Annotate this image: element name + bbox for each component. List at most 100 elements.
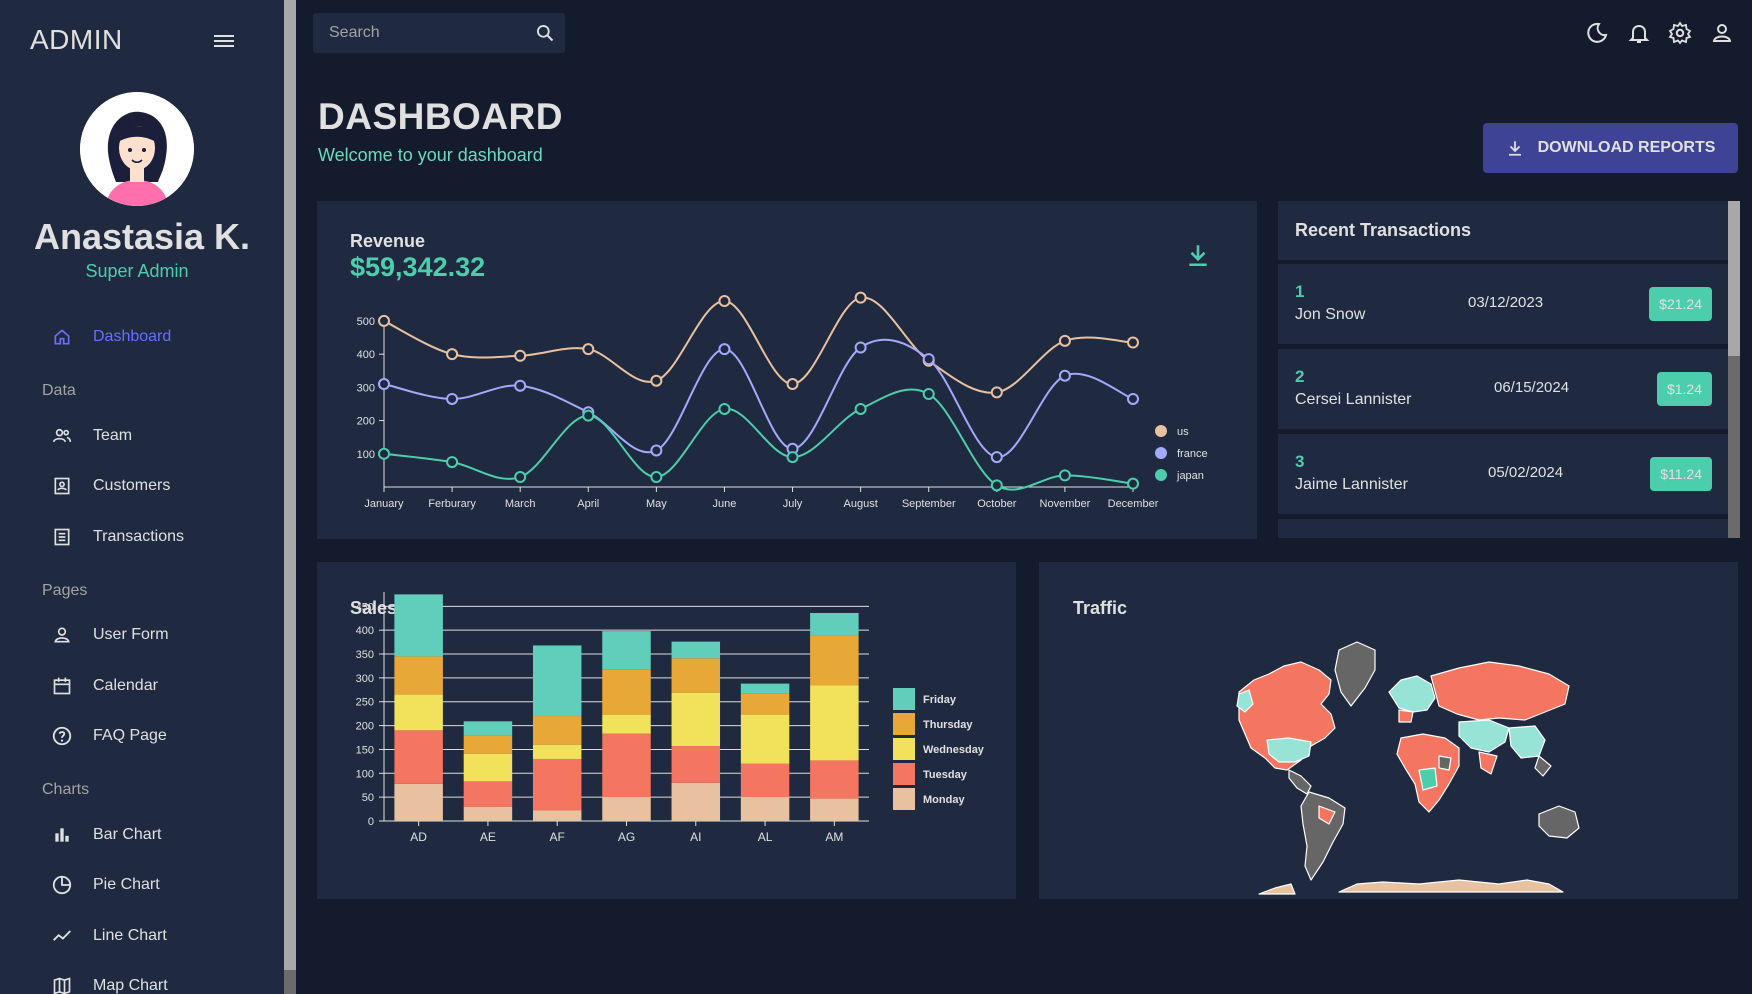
sidebar-item-label: Line Chart (93, 927, 167, 944)
scrollbar-thumb[interactable] (284, 0, 296, 970)
transaction-id: 3 (1295, 452, 1305, 471)
page-title: DASHBOARD (318, 96, 563, 137)
section-pages: Pages (42, 582, 88, 599)
scrollbar-thumb[interactable] (1728, 201, 1740, 356)
bar-friday (394, 594, 443, 657)
sidebar-item-map-chart[interactable]: Map Chart (50, 971, 168, 994)
sidebar-item-label: Map Chart (93, 977, 168, 994)
legend-label: Thursday (923, 719, 973, 731)
y-tick-label: 100 (356, 768, 374, 780)
y-tick-label: 250 (356, 697, 374, 709)
download-icon (1508, 141, 1521, 156)
bar-wednesday (602, 714, 651, 734)
x-tick-label: March (505, 498, 536, 510)
sidebar-scrollbar[interactable] (284, 0, 296, 994)
y-tick-label: 400 (357, 349, 375, 361)
legend-swatch (893, 713, 915, 735)
sidebar-item-calendar[interactable]: Calendar (50, 671, 158, 701)
sidebar-item-faq[interactable]: FAQ Page (50, 721, 167, 751)
legend-swatch (1155, 425, 1167, 437)
sidebar-item-label: Transactions (93, 528, 184, 545)
y-tick-label: 200 (356, 721, 374, 733)
receipt-icon (50, 525, 74, 549)
data-point (378, 378, 390, 391)
dark-mode-icon[interactable] (1585, 21, 1609, 45)
data-point (1058, 334, 1071, 347)
bar-monday (671, 782, 721, 821)
sidebar-item-transactions[interactable]: Transactions (50, 522, 184, 552)
section-charts: Charts (42, 781, 90, 798)
timeline-icon (50, 924, 74, 948)
x-tick-label: May (646, 498, 667, 510)
map-region (1266, 737, 1312, 763)
calendar-icon (50, 674, 74, 698)
map-region (1458, 719, 1510, 753)
sidebar-item-label: Pie Chart (93, 876, 160, 893)
sales-bar-chart: 0 50 100 150 200 250 300 350 400 450 AD AE AF AG AI AL A… (356, 592, 985, 844)
bar-tuesday (810, 760, 859, 799)
data-point (990, 386, 1003, 399)
data-point (1127, 477, 1139, 490)
menu-icon[interactable] (210, 32, 238, 56)
sidebar-item-label: Calendar (93, 677, 158, 694)
sales-card: Sales 0 50 100 150 200 250 300 350 400 450 AD AE AF A… (317, 562, 1016, 899)
bar-wednesday (463, 753, 513, 782)
traffic-card: Traffic (1039, 562, 1738, 899)
transaction-row (1278, 519, 1728, 538)
transactions-header: Recent Transactions (1278, 201, 1728, 260)
transaction-user: Jon Snow (1295, 306, 1366, 323)
legend-swatch (1155, 447, 1167, 459)
data-point (786, 451, 799, 464)
data-point (446, 348, 459, 361)
legend-label: Friday (923, 694, 957, 706)
user-name: Anastasia K. (33, 216, 251, 257)
data-point (718, 402, 731, 415)
data-point (718, 295, 731, 307)
data-point (990, 451, 1003, 464)
transactions-scrollbar[interactable] (1728, 201, 1740, 538)
sidebar-item-pie-chart[interactable]: Pie Chart (50, 870, 160, 900)
transactions-title: Recent Transactions (1295, 220, 1472, 240)
profile-icon[interactable] (1710, 21, 1734, 45)
sidebar-item-line-chart[interactable]: Line Chart (50, 921, 167, 951)
data-point (1058, 469, 1071, 482)
bar-monday (810, 798, 859, 821)
legend-label: japan (1176, 470, 1204, 482)
download-reports-label: DOWNLOAD REPORTS (1537, 139, 1716, 156)
search-box (313, 13, 565, 53)
bar-monday (532, 810, 582, 821)
y-tick-label: 300 (356, 673, 374, 685)
data-point (446, 456, 459, 469)
data-point (718, 343, 731, 356)
bar-friday (602, 631, 651, 670)
download-reports-button[interactable]: DOWNLOAD REPORTS (1483, 123, 1738, 173)
search-input[interactable] (329, 13, 519, 53)
x-tick-label: AM (825, 830, 843, 844)
sidebar: ADMIN Anastasia K. Super Admin Dashboard… (0, 0, 284, 994)
sidebar-item-dashboard[interactable]: Dashboard (50, 322, 171, 352)
transactions-panel: Recent Transactions 1 Jon Snow 03/12/202… (1278, 201, 1740, 538)
sidebar-item-team[interactable]: Team (50, 421, 132, 451)
bar-friday (740, 683, 790, 694)
map-region (1478, 751, 1498, 775)
data-point (650, 374, 663, 387)
sidebar-item-bar-chart[interactable]: Bar Chart (50, 820, 161, 850)
sidebar-item-customers[interactable]: Customers (50, 471, 170, 501)
transaction-date: 03/12/2023 (1468, 294, 1544, 311)
transaction-row: 2 Cersei Lannister 06/15/2024 $1.24 (1278, 349, 1728, 429)
map-region (1508, 725, 1546, 759)
sidebar-item-user-form[interactable]: User Form (50, 620, 169, 650)
bar-thursday (532, 716, 582, 745)
revenue-line-chart: 100 200 300 400 500 January Ferburary March Apri… (357, 291, 1208, 510)
x-tick-label: November (1040, 498, 1091, 510)
y-tick-label: 450 (356, 601, 374, 613)
data-point (514, 471, 527, 484)
search-icon[interactable] (535, 23, 555, 43)
settings-icon[interactable] (1668, 21, 1692, 45)
data-point (922, 353, 935, 366)
bar-tuesday (671, 746, 721, 783)
data-point (378, 447, 390, 460)
map-region (1398, 709, 1414, 723)
notifications-icon[interactable] (1627, 21, 1651, 45)
y-tick-label: 500 (357, 316, 375, 328)
